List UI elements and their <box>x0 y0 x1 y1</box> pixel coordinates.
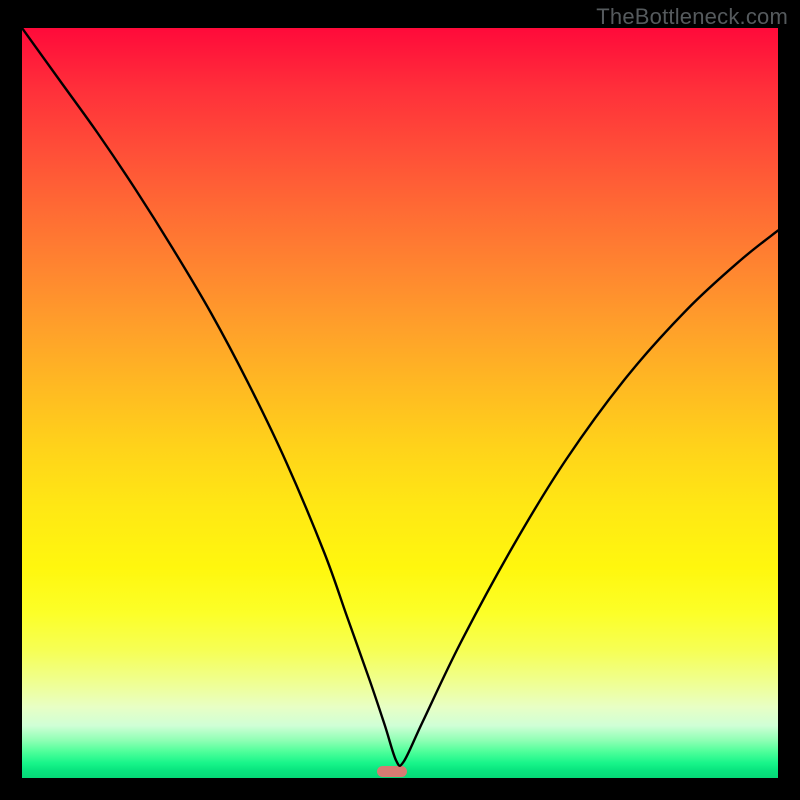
bottleneck-curve-path <box>22 28 778 766</box>
curve-svg <box>22 28 778 778</box>
watermark-text: TheBottleneck.com <box>596 4 788 30</box>
plot-area <box>22 28 778 778</box>
chart-frame: TheBottleneck.com <box>0 0 800 800</box>
